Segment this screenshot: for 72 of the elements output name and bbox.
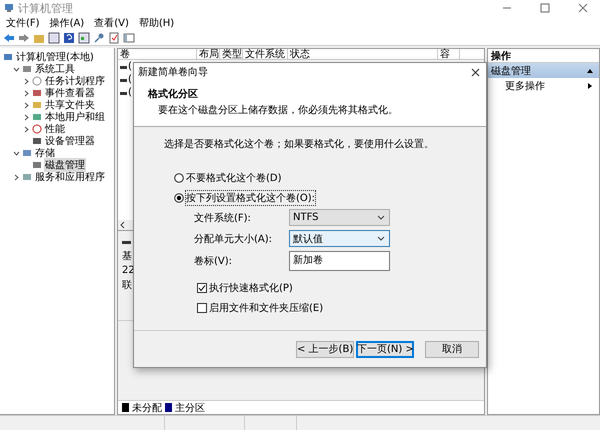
panel-icon[interactable] <box>48 32 60 44</box>
column-header[interactable]: 文件系统 <box>243 49 288 59</box>
checkbox-label[interactable]: 执行快速格式化(P) <box>209 281 293 295</box>
chevron-down-icon[interactable] <box>377 236 385 241</box>
submenu-arrow-icon[interactable] <box>587 82 593 88</box>
maximize-icon[interactable] <box>540 3 550 13</box>
legend-label: 主分区 <box>175 402 205 414</box>
chevron-right-icon[interactable] <box>23 102 30 108</box>
chevron-down-icon[interactable] <box>377 215 385 220</box>
forward-arrow-icon[interactable] <box>18 32 30 44</box>
tree-item[interactable]: 磁盘管理 <box>44 158 86 172</box>
field-label: 卷标(V): <box>194 254 234 268</box>
chevron-right-icon[interactable] <box>23 78 30 84</box>
panel-icon[interactable] <box>78 32 90 44</box>
tree-item[interactable]: 共享文件夹 <box>44 98 96 112</box>
tree-item[interactable]: 性能 <box>44 122 66 136</box>
chevron-right-icon[interactable] <box>13 174 20 180</box>
chevron-right-icon[interactable] <box>23 126 30 132</box>
radio-label[interactable]: 按下列设置格式化这个卷(O): <box>186 191 316 205</box>
tree-item[interactable]: 服务和应用程序 <box>34 170 106 184</box>
back-arrow-icon[interactable] <box>3 32 15 44</box>
chevron-down-icon[interactable] <box>13 150 20 156</box>
menu-item[interactable]: 操作(A) <box>50 16 84 30</box>
radio-button[interactable] <box>174 193 184 203</box>
radio-label[interactable]: 不要格式化这个卷(D) <box>186 171 282 185</box>
input-field[interactable]: 新加卷 <box>289 251 390 271</box>
disk-info: 基 <box>122 250 132 263</box>
tree-item[interactable]: 任务计划程序 <box>44 74 106 88</box>
help-icon[interactable] <box>63 32 75 44</box>
field-label: 文件系统(F): <box>194 212 252 224</box>
prompt-text: 选择是否要格式化这个卷；如果要格式化，要使用什么设置。 <box>164 138 435 151</box>
menu-item[interactable]: 文件(F) <box>6 16 40 30</box>
menu-item[interactable]: 查看(V) <box>94 16 129 30</box>
close-icon[interactable] <box>471 68 480 76</box>
disk-info: 联 <box>122 279 132 292</box>
chevron-down-icon[interactable] <box>13 66 20 72</box>
volume-name: ( <box>128 87 132 98</box>
tree-item[interactable]: 系统工具 <box>34 62 76 76</box>
checkbox[interactable] <box>197 283 207 293</box>
column-header[interactable]: 状态 <box>288 49 438 59</box>
column-header[interactable]: 容 <box>438 49 460 59</box>
dialog-button[interactable]: 取消 <box>425 340 479 358</box>
radio-button[interactable] <box>174 173 184 183</box>
column-header[interactable]: 类型 <box>220 49 243 59</box>
tree-item[interactable]: 计算机管理(本地) <box>15 50 95 64</box>
window-icon[interactable] <box>123 32 135 44</box>
volume-name: ( <box>128 61 132 72</box>
column-header[interactable]: 卷 <box>118 49 197 59</box>
dialog-button[interactable]: < 上一步(B) <box>296 340 354 358</box>
legend-label: 未分配 <box>132 402 162 414</box>
column-header[interactable]: 布局 <box>197 49 220 59</box>
field-label: 分配单元大小(A): <box>194 232 274 246</box>
menu-item[interactable]: 帮助(H) <box>138 16 174 30</box>
folder-icon <box>32 100 42 110</box>
checkbox-label[interactable]: 启用文件和文件夹压缩(E) <box>209 301 324 315</box>
dropdown-field[interactable]: 默认值 <box>289 230 390 247</box>
page-subtitle: 要在这个磁盘分区上储存数据，你必须先将其格式化。 <box>158 104 399 117</box>
dropdown-field[interactable]: NTFS <box>289 209 390 226</box>
volume-name: ( <box>128 74 132 85</box>
tree-item[interactable]: 本地用户和组 <box>44 110 106 124</box>
page-heading: 格式化分区 <box>148 88 199 101</box>
window-title: 计算机管理 <box>18 0 74 16</box>
chevron-right-icon[interactable] <box>23 90 30 96</box>
document-check-icon[interactable] <box>108 32 120 44</box>
checkbox[interactable] <box>197 303 207 313</box>
tree-item[interactable]: 事件查看器 <box>44 86 96 100</box>
collapse-icon[interactable] <box>587 68 593 74</box>
chevron-right-icon[interactable] <box>23 114 30 120</box>
tree-item[interactable]: 设备管理器 <box>44 134 96 148</box>
dialog-title: 新建简单卷向导 <box>138 66 208 79</box>
action-item[interactable]: 更多操作 <box>505 78 545 92</box>
tree-item[interactable]: 存储 <box>34 146 56 160</box>
